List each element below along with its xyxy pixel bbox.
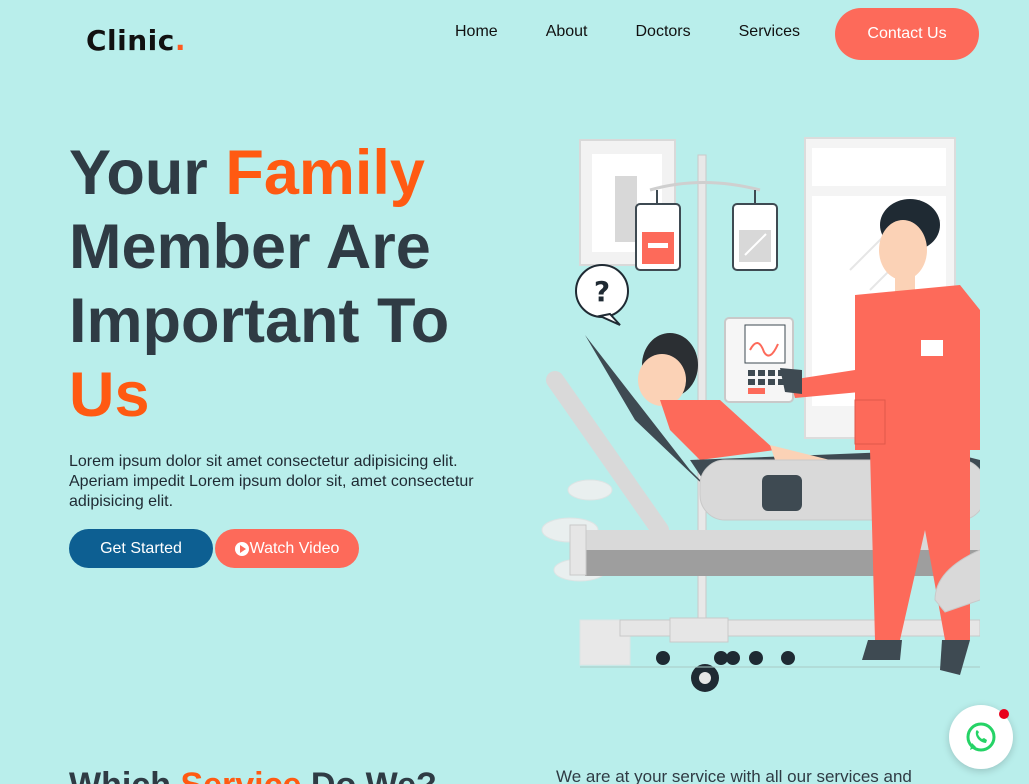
hero-title-line-3: Important To — [69, 286, 450, 356]
watch-video-label: Watch Video — [249, 540, 340, 557]
nav-home[interactable]: Home — [455, 22, 498, 42]
section-description: We are at your service with all our serv… — [556, 767, 912, 784]
logo-dot: . — [174, 24, 187, 57]
notification-dot — [999, 709, 1009, 719]
nav-services[interactable]: Services — [739, 22, 800, 42]
section-title-part-2: Do We? — [301, 766, 437, 784]
whatsapp-icon — [966, 722, 996, 752]
watch-video-button[interactable]: Watch Video — [215, 529, 359, 568]
hero-title: Your Family Member Are Important To Us — [69, 136, 529, 432]
nav-about[interactable]: About — [546, 22, 588, 42]
hero-description: Lorem ipsum dolor sit amet consectetur a… — [69, 453, 474, 510]
hero-title-accent-family: Family — [225, 138, 425, 208]
logo[interactable]: Clinic. — [86, 24, 186, 57]
section-title: Which Service Do We? — [69, 766, 437, 784]
hospital-illustration: ? — [541, 137, 980, 692]
play-icon — [234, 541, 249, 556]
whatsapp-button[interactable] — [949, 705, 1013, 769]
hero-title-accent-us: Us — [69, 360, 150, 430]
logo-text: Clinic — [86, 24, 175, 57]
bed-backrest — [546, 371, 669, 539]
section-title-accent: Service — [180, 766, 301, 784]
svg-text:?: ? — [594, 275, 610, 308]
section-title-part-1: Which — [69, 766, 180, 784]
main-nav: Home About Doctors Services — [455, 22, 800, 42]
hero-title-line-2: Member Are — [69, 212, 431, 282]
hero-title-part-1: Your — [69, 138, 226, 208]
nav-doctors[interactable]: Doctors — [636, 22, 691, 42]
get-started-button[interactable]: Get Started — [69, 529, 213, 568]
contact-us-button[interactable]: Contact Us — [835, 8, 979, 60]
question-bubble-icon: ? — [575, 264, 629, 326]
